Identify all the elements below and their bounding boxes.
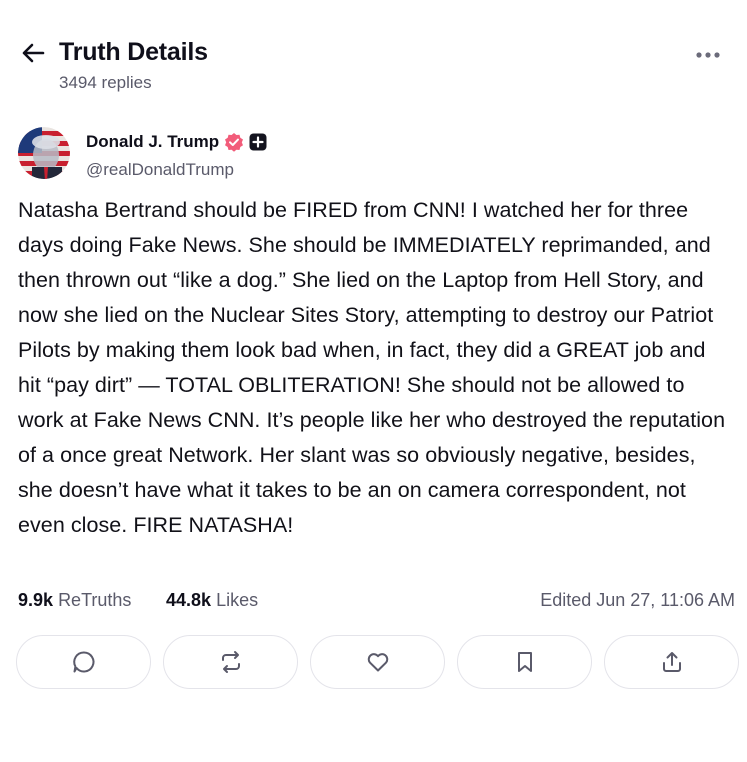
reply-button[interactable] — [16, 635, 151, 689]
arrow-left-icon — [22, 43, 45, 63]
edited-timestamp: Edited Jun 27, 11:06 AM — [540, 590, 735, 610]
post-text: Natasha Bertrand should be FIRED from CN… — [18, 198, 726, 537]
more-options-button[interactable] — [691, 40, 725, 70]
retruths-count: 9.9k — [18, 590, 54, 610]
bookmark-icon — [517, 652, 532, 672]
page-header: Truth Details 3494 replies — [0, 0, 747, 110]
replies-count: 3494 replies — [59, 73, 152, 92]
post-stats: 9.9k ReTruths 44.8k Likes Edited Jun 27,… — [18, 588, 735, 616]
more-horizontal-icon — [696, 52, 720, 58]
author-name-row: Donald J. Trump — [86, 132, 267, 152]
verified-badge-icon — [225, 133, 244, 152]
post-author: Donald J. Trump @realDonaldTrump — [18, 127, 729, 183]
heart-icon — [367, 653, 388, 672]
likes-stat[interactable]: 44.8k Likes — [166, 590, 258, 611]
bookmark-button[interactable] — [457, 635, 592, 689]
retruths-stat[interactable]: 9.9k ReTruths — [18, 590, 131, 611]
back-button[interactable] — [16, 38, 50, 68]
share-button[interactable] — [604, 635, 739, 689]
page-title: Truth Details — [59, 38, 208, 66]
like-button[interactable] — [310, 635, 445, 689]
retruths-label: ReTruths — [58, 590, 132, 610]
action-bar — [16, 635, 739, 689]
share-icon — [662, 652, 681, 672]
likes-label: Likes — [216, 590, 259, 610]
avatar[interactable] — [18, 127, 70, 179]
retruth-button[interactable] — [163, 635, 298, 689]
author-handle[interactable]: @realDonaldTrump — [86, 160, 234, 180]
repost-icon — [221, 651, 240, 673]
plus-badge-icon — [249, 133, 267, 151]
likes-count: 44.8k — [166, 590, 212, 610]
author-name[interactable]: Donald J. Trump — [86, 132, 219, 152]
comment-icon — [72, 651, 94, 673]
